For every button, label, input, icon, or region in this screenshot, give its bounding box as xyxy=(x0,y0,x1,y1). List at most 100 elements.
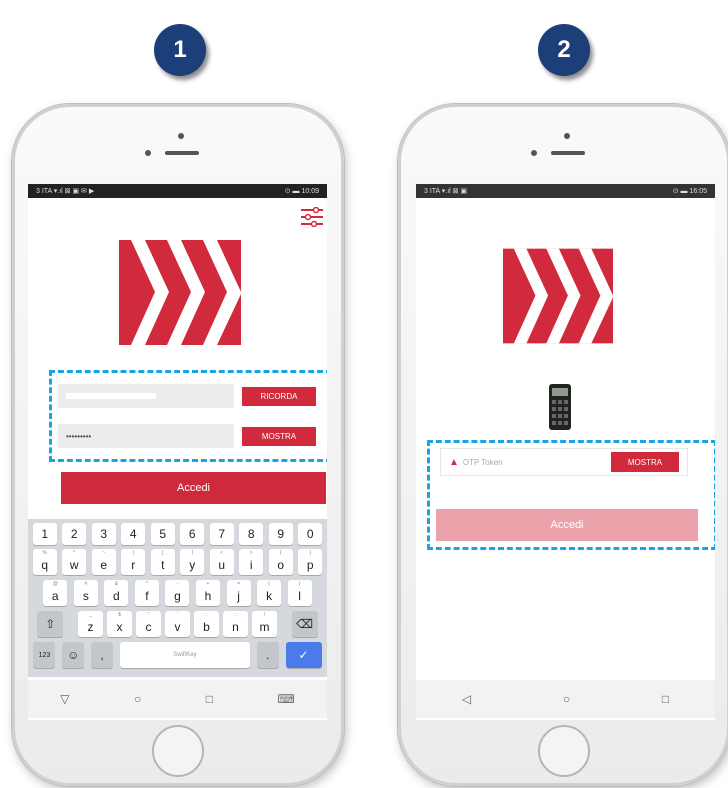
key-0[interactable]: 0 xyxy=(298,523,323,545)
key-5[interactable]: 5 xyxy=(150,523,175,545)
key-3[interactable]: 3 xyxy=(91,523,116,545)
key-secondary-symbol: + xyxy=(206,581,210,587)
key-label: e xyxy=(100,557,108,572)
key-label: s xyxy=(82,588,89,603)
period-key[interactable]: . xyxy=(256,642,279,668)
keyboard-hide-icon[interactable]: ⌨ xyxy=(277,692,294,706)
speaker-grille xyxy=(551,151,585,155)
key-secondary-symbol: | xyxy=(132,550,134,556)
key-secondary-symbol: # xyxy=(84,581,88,587)
key-f[interactable]: * f xyxy=(134,580,159,606)
keyboard-function-row: 123 ☺ , SwiftKey . ✓ xyxy=(28,642,327,668)
step-badge-2: 2 xyxy=(538,24,590,76)
key-secondary-symbol: ~ xyxy=(102,550,106,556)
key-secondary-symbol: ^ xyxy=(73,550,76,556)
key-h[interactable]: + h xyxy=(196,580,220,606)
credentials-highlight xyxy=(49,370,327,462)
key-secondary-symbol: ] xyxy=(191,550,193,556)
key-g[interactable]: -g xyxy=(165,580,190,606)
status-bar: 3 ITA ▾.ıl ⊠ ▣ ✉ ▶ ⊙ ▬ 10:09 xyxy=(28,184,327,198)
comma-key[interactable]: , xyxy=(91,642,114,668)
key-t[interactable]: [t xyxy=(150,549,175,575)
key-secondary-symbol: : xyxy=(205,612,208,618)
settings-sliders-icon[interactable] xyxy=(301,207,323,227)
key-label: g xyxy=(174,588,181,603)
key-secondary-symbol: ) xyxy=(298,581,301,587)
otp-highlight xyxy=(427,440,715,550)
home-button[interactable] xyxy=(538,725,590,777)
back-nav-icon[interactable]: ◁ xyxy=(462,692,471,706)
key-v[interactable]: ' v xyxy=(164,611,190,637)
space-key[interactable]: SwiftKey xyxy=(119,642,250,668)
key-4[interactable]: 4 xyxy=(121,523,146,545)
emoji-key[interactable]: ☺ xyxy=(62,642,85,668)
back-nav-icon[interactable]: ▽ xyxy=(60,692,69,706)
key-label: z xyxy=(87,619,94,634)
key-label: j xyxy=(237,588,240,603)
key-x[interactable]: $ x xyxy=(106,611,132,637)
key-j[interactable]: = j xyxy=(226,580,251,606)
key-p[interactable]: } p xyxy=(298,549,323,575)
numbers-toggle-key[interactable]: 123 xyxy=(33,642,56,668)
key-secondary-symbol: { xyxy=(279,550,282,556)
key-label: h xyxy=(204,588,212,603)
home-nav-icon[interactable]: ○ xyxy=(563,692,570,706)
key-label: c xyxy=(145,619,152,634)
front-camera xyxy=(178,133,184,139)
key-label: f xyxy=(145,588,149,603)
key-secondary-symbol: / xyxy=(263,612,266,618)
key-i[interactable]: > i xyxy=(239,549,264,575)
key-secondary-symbol: = xyxy=(237,581,240,587)
key-r[interactable]: | r xyxy=(121,549,146,575)
key-label: n xyxy=(232,619,239,634)
key-n[interactable]: ; n xyxy=(222,611,248,637)
key-label: p xyxy=(306,557,314,572)
key-label: o xyxy=(277,557,285,572)
key-m[interactable]: / m xyxy=(251,611,277,637)
key-u[interactable]: < u xyxy=(209,549,234,575)
key-s[interactable]: # s xyxy=(73,580,98,606)
key-w[interactable]: ^ w xyxy=(62,549,87,575)
key-secondary-symbol: [ xyxy=(162,550,164,556)
home-button[interactable] xyxy=(152,725,204,777)
key-o[interactable]: {o xyxy=(268,549,293,575)
key-a[interactable]: @ a xyxy=(43,580,68,606)
key-e[interactable]: ~ e xyxy=(91,549,116,575)
recents-nav-icon[interactable]: □ xyxy=(662,692,669,706)
screen-1: 3 ITA ▾.ıl ⊠ ▣ ✉ ▶ ⊙ ▬ 10:09 RICORDA •••… xyxy=(28,184,327,720)
key-secondary-symbol: $ xyxy=(118,612,121,618)
key-d[interactable]: & d xyxy=(104,580,129,606)
key-2[interactable]: 2 xyxy=(62,523,87,545)
key-z[interactable]: _ z xyxy=(77,611,103,637)
recents-nav-icon[interactable]: □ xyxy=(206,692,213,706)
enter-check-key[interactable]: ✓ xyxy=(285,642,322,668)
key-label: i xyxy=(249,557,253,572)
key-label: a xyxy=(51,588,59,603)
key-label: d xyxy=(113,588,120,603)
key-l[interactable]: ) l xyxy=(287,580,312,606)
key-secondary-symbol: ( xyxy=(268,581,270,587)
key-1[interactable]: 1 xyxy=(32,523,57,545)
key-label: y xyxy=(189,557,196,572)
key-7[interactable]: 7 xyxy=(209,523,234,545)
login-button[interactable]: Accedi xyxy=(61,472,326,504)
shift-key[interactable]: ⇧ xyxy=(37,611,64,637)
key-8[interactable]: 8 xyxy=(239,523,264,545)
key-secondary-symbol: " xyxy=(147,612,150,618)
key-secondary-symbol: > xyxy=(249,550,253,556)
key-label: x xyxy=(116,619,123,634)
home-nav-icon[interactable]: ○ xyxy=(134,692,141,706)
phone-frame-2: 3 ITA ▾.ıl ⊠ ▣ ⊙ ▬ 16:05 ▲ OTP Token MOS… xyxy=(398,104,728,786)
key-y[interactable]: ] y xyxy=(180,549,205,575)
otp-token-device-icon xyxy=(549,384,571,430)
key-k[interactable]: (k xyxy=(257,580,282,606)
key-6[interactable]: 6 xyxy=(180,523,205,545)
backspace-key[interactable]: ⌫ xyxy=(291,611,318,637)
keyboard-top-row: % q ^ w ~ e | r[t] y < u > i{o} p xyxy=(28,549,327,575)
brand-logo xyxy=(119,240,241,345)
key-q[interactable]: % q xyxy=(32,549,57,575)
key-b[interactable]: :b xyxy=(193,611,219,637)
brand-logo xyxy=(503,248,613,344)
key-c[interactable]: " c xyxy=(135,611,161,637)
key-9[interactable]: 9 xyxy=(268,523,293,545)
